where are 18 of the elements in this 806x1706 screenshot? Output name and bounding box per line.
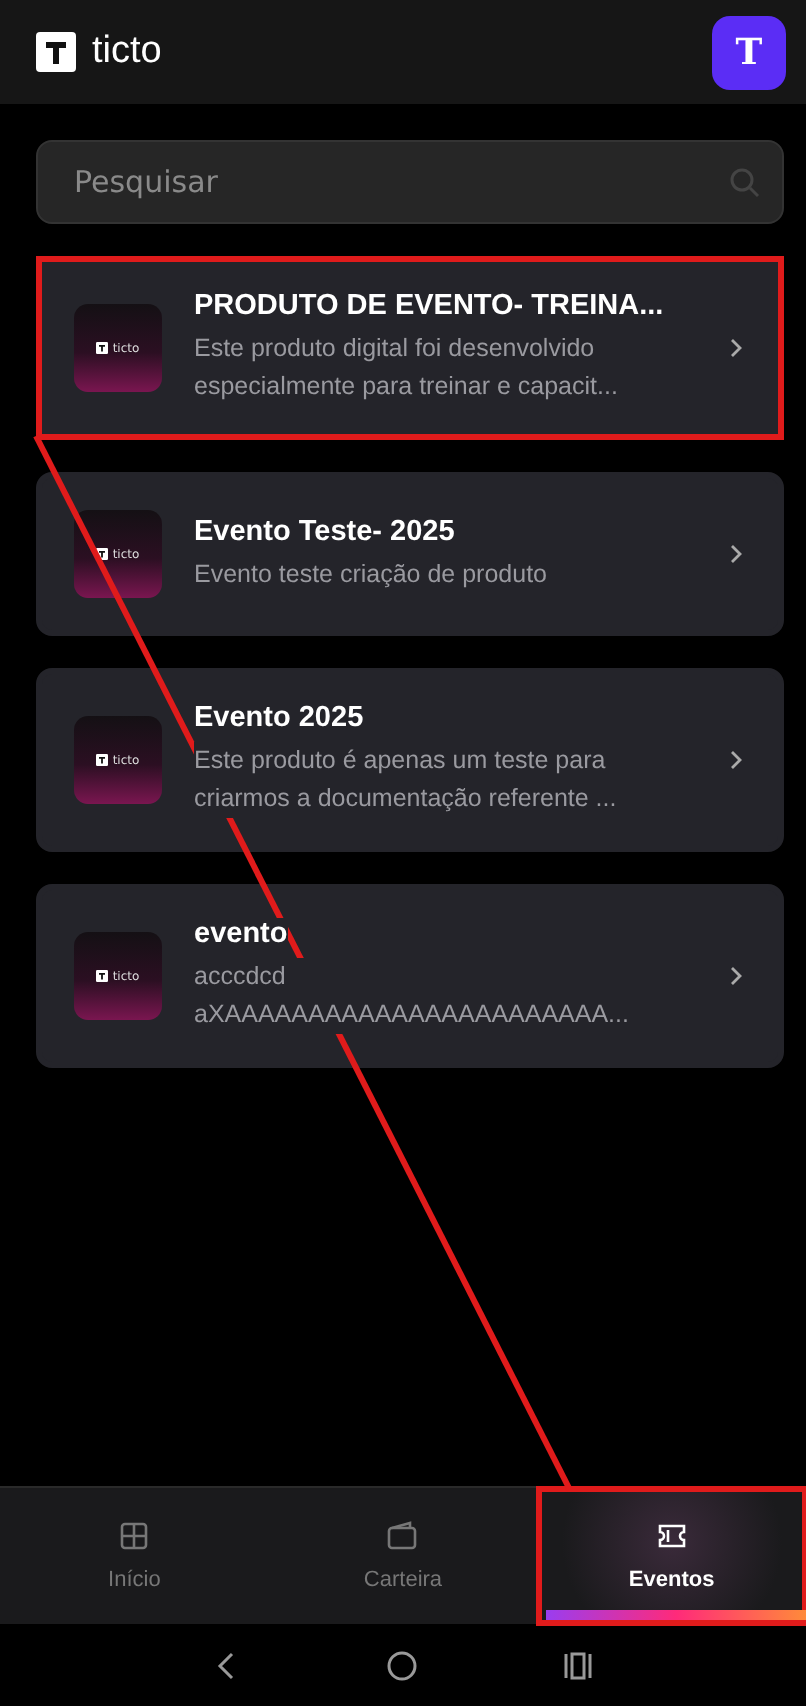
search-field[interactable]: Pesquisar (36, 140, 784, 224)
chevron-right-icon (726, 964, 746, 988)
grid-icon (118, 1520, 151, 1552)
ticket-icon (655, 1520, 688, 1552)
chevron-right-icon (726, 748, 746, 772)
nav-tab[interactable]: Início (0, 1488, 269, 1624)
home-circle-icon[interactable] (386, 1649, 419, 1681)
avatar-button[interactable]: T (712, 15, 786, 89)
logo-icon (36, 32, 76, 72)
recent-apps-icon[interactable] (562, 1649, 595, 1681)
chevron-right-icon (726, 336, 746, 360)
nav-tab[interactable]: Carteira (268, 1488, 538, 1624)
search-icon (728, 166, 760, 198)
wallet-icon (386, 1520, 419, 1552)
product-title: Evento Teste- 2025 (194, 515, 455, 547)
nav-tab[interactable]: Eventos (537, 1488, 806, 1624)
chevron-right-icon (726, 542, 746, 566)
brand-name: ticto (92, 30, 162, 74)
